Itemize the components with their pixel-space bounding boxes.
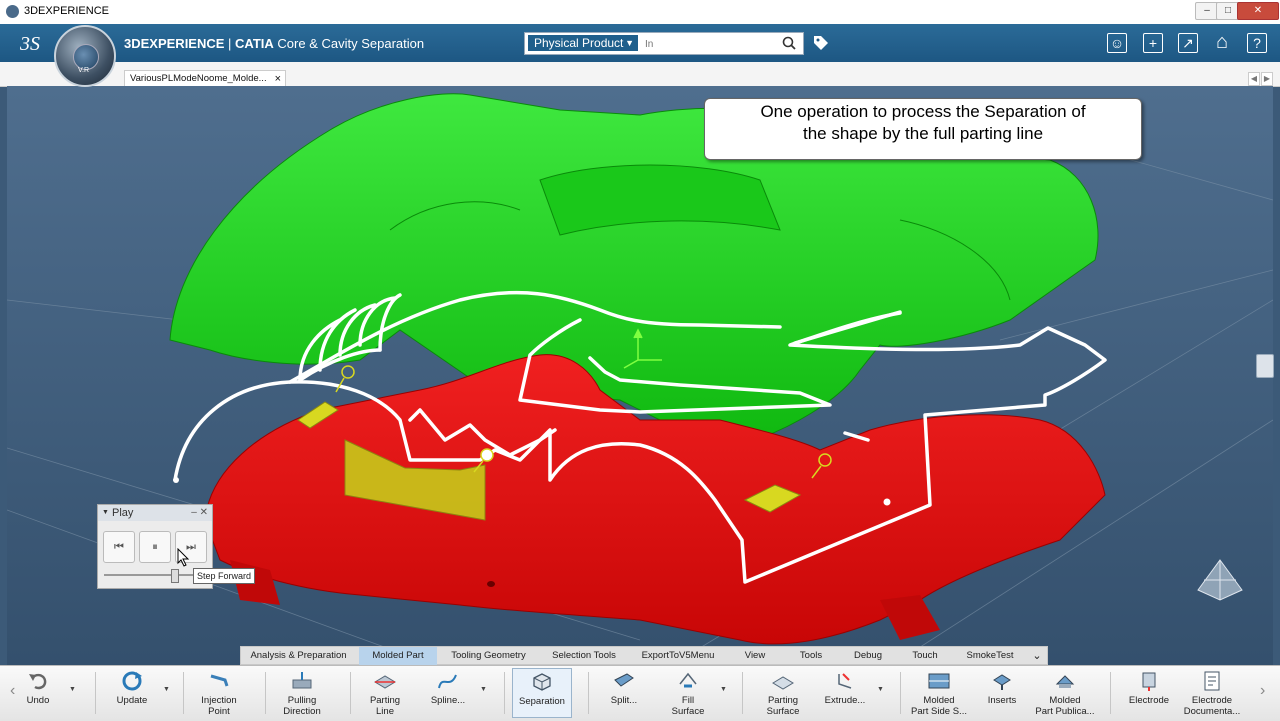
fill-dropdown-icon[interactable]: ▼ [720, 686, 727, 693]
tab-document[interactable]: VariousPLModeNoome_Molde... × [124, 70, 286, 86]
tab-selection-tools[interactable]: Selection Tools [544, 647, 624, 665]
parting-surface-icon [772, 676, 794, 690]
app-title: 3DEXPERIENCE | CATIA Core & Cavity Separ… [124, 36, 425, 51]
tab-scroll-left-icon[interactable]: ◀ [1248, 72, 1260, 86]
parting-point[interactable] [883, 498, 891, 506]
tab-touch[interactable]: Touch [905, 647, 945, 665]
action-bar-section-tabs: Analysis & Preparation Molded Part Tooli… [240, 646, 1048, 665]
pause-button[interactable]: ⏸ [139, 531, 171, 563]
undo-button[interactable]: Undo [22, 668, 54, 718]
tab-scroll-right-icon[interactable]: ▶ [1261, 72, 1273, 86]
user-profile-icon[interactable]: ☺ [1107, 33, 1127, 53]
app-logo-icon [6, 5, 19, 18]
injection-point-icon [210, 674, 229, 687]
split-icon [614, 673, 634, 687]
update-dropdown-icon[interactable]: ▼ [163, 686, 170, 693]
side-panel-toggle-icon[interactable] [1256, 354, 1274, 378]
update-icon [122, 671, 142, 691]
tab-export-to-v5[interactable]: ExportToV5Menu [637, 647, 719, 665]
tab-analysis-preparation[interactable]: Analysis & Preparation [241, 647, 356, 665]
search-bar[interactable]: Physical Product ▼ [524, 32, 804, 55]
undo-icon [29, 673, 47, 690]
parting-line-icon [374, 675, 396, 689]
step-forward-tooltip: Step Forward [193, 568, 255, 584]
annotation-callout: One operation to process the Separation … [704, 98, 1142, 160]
fill-surface-button[interactable]: Fill Surface [664, 668, 712, 718]
split-button[interactable]: Split... [600, 668, 648, 718]
share-icon[interactable]: ↗ [1178, 33, 1198, 53]
separation-button[interactable]: Separation [512, 668, 572, 718]
play-panel-close-icon[interactable]: – ✕ [191, 505, 208, 521]
electrode-icon [1142, 672, 1156, 691]
svg-text:3S: 3S [19, 33, 40, 55]
molded-part-publication-button[interactable]: Molded Part Publica... [1032, 668, 1098, 718]
molded-part-publication-icon [1055, 675, 1075, 688]
electrode-documentation-button[interactable]: Electrode Documenta... [1180, 668, 1244, 718]
spline-dropdown-icon[interactable]: ▼ [480, 686, 487, 693]
window-title: 3DEXPERIENCE [24, 5, 109, 17]
molded-part-side-button[interactable]: Molded Part Side S... [908, 668, 970, 718]
window-titlebar: 3DEXPERIENCE – □ ✕ [0, 0, 1280, 25]
parting-endpoint[interactable] [173, 477, 179, 483]
tab-tooling-geometry[interactable]: Tooling Geometry [446, 647, 531, 665]
add-icon[interactable]: + [1143, 33, 1163, 53]
extrude-icon [838, 673, 852, 689]
separation-icon [533, 673, 551, 691]
extrude-dropdown-icon[interactable]: ▼ [877, 686, 884, 693]
search-scope-dropdown[interactable]: Physical Product ▼ [528, 35, 638, 51]
mouse-cursor-icon [177, 548, 190, 567]
close-window-button[interactable]: ✕ [1237, 2, 1279, 20]
electrode-documentation-icon [1204, 671, 1220, 691]
step-back-button[interactable]: ⏮ [103, 531, 135, 563]
inserts-button[interactable]: Inserts [980, 668, 1024, 718]
tag-icon[interactable] [812, 34, 830, 52]
pulling-direction-button[interactable]: Pulling Direction [274, 668, 330, 718]
tab-molded-part[interactable]: Molded Part [359, 647, 437, 665]
tab-view[interactable]: View [737, 647, 773, 665]
slider-thumb[interactable] [171, 569, 179, 583]
injection-point-button[interactable]: Injection Point [192, 668, 246, 718]
search-input[interactable] [643, 35, 777, 53]
tab-smoketest[interactable]: SmokeTest [963, 647, 1017, 665]
toolbar-scroll-left-icon[interactable]: ‹ [10, 682, 15, 700]
close-tab-icon[interactable]: × [275, 71, 281, 87]
tab-tools[interactable]: Tools [793, 647, 829, 665]
ds-logo-icon: 3S [19, 33, 40, 55]
pulling-direction-icon [292, 672, 312, 689]
help-icon[interactable]: ? [1247, 33, 1267, 53]
molded-part-side-icon [928, 673, 950, 689]
play-panel-header[interactable]: ▼ Play – ✕ [98, 505, 212, 521]
undo-dropdown-icon[interactable]: ▼ [69, 686, 76, 693]
home-icon[interactable]: ⌂ [1212, 32, 1232, 53]
search-icon[interactable] [781, 35, 799, 51]
electrode-button[interactable]: Electrode [1124, 668, 1174, 718]
inserts-icon [993, 674, 1011, 690]
compass-icon[interactable]: V.R [54, 25, 116, 87]
spline-button[interactable]: Spline... [424, 668, 472, 718]
spline-icon [438, 674, 457, 689]
parting-line-button[interactable]: Parting Line [360, 668, 410, 718]
update-button[interactable]: Update [108, 668, 156, 718]
fill-surface-icon [679, 672, 697, 688]
play-speed-slider[interactable] [104, 574, 204, 576]
toolbar-scroll-right-icon[interactable]: › [1260, 682, 1265, 700]
tab-debug[interactable]: Debug [848, 647, 888, 665]
chevron-down-icon[interactable]: ⌄ [1029, 647, 1045, 665]
extrude-button[interactable]: Extrude... [820, 668, 870, 718]
parting-surface-button[interactable]: Parting Surface [756, 668, 810, 718]
